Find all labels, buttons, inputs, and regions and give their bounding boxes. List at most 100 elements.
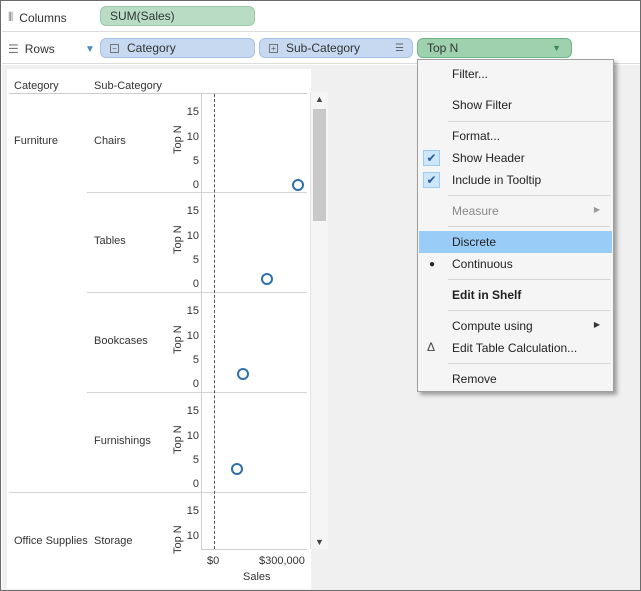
top-n-pill[interactable]: Top N ▼ <box>417 38 572 58</box>
check-icon: ✔ <box>423 172 440 188</box>
menu-item-filter[interactable]: Filter... <box>419 63 612 85</box>
pane-divider <box>87 192 307 193</box>
menu-item-label: Edit Table Calculation... <box>452 341 578 355</box>
menu-item-format[interactable]: Format... <box>419 125 612 147</box>
menu-item-continuous[interactable]: ● Continuous <box>419 253 612 275</box>
y-axis-title[interactable]: Top N <box>172 425 184 454</box>
rows-dropdown-icon[interactable]: ▼ <box>85 44 95 55</box>
category-header[interactable]: Category <box>14 80 59 92</box>
chevron-down-icon[interactable]: ▼ <box>552 43 561 53</box>
sub-category-pill-label: Sub-Category <box>286 41 361 55</box>
header-divider <box>9 93 307 94</box>
rows-icon: ☰ <box>8 42 19 56</box>
y-tick-label: 0 <box>192 378 199 390</box>
pane-divider <box>9 492 307 493</box>
tableau-window: ⦀ Columns SUM(Sales) ☰ Rows ▼ − Category… <box>0 0 641 591</box>
top-n-pill-label: Top N <box>427 41 459 55</box>
menu-item-edit-in-shelf[interactable]: Edit in Shelf <box>419 284 612 306</box>
pane-divider <box>87 392 307 393</box>
rows-label-text: Rows <box>24 42 55 56</box>
sum-sales-pill[interactable]: SUM(Sales) <box>100 6 255 26</box>
scroll-down-icon[interactable]: ▼ <box>315 537 324 547</box>
menu-separator <box>448 279 610 280</box>
menu-item-label: Compute using <box>452 319 533 333</box>
y-tick-label: 5 <box>192 453 199 466</box>
x-axis-title[interactable]: Sales <box>243 571 271 583</box>
y-tick-label: 0 <box>192 478 199 490</box>
menu-item-remove[interactable]: Remove <box>419 368 612 390</box>
menu-separator <box>448 363 610 364</box>
menu-separator <box>448 226 610 227</box>
sub-category-label-furnishings[interactable]: Furnishings <box>94 435 151 447</box>
category-pill[interactable]: − Category <box>100 38 255 58</box>
submenu-arrow-icon: ▶ <box>593 320 600 329</box>
collapse-icon[interactable]: − <box>110 43 119 53</box>
menu-item-show-filter[interactable]: Show Filter <box>419 94 612 116</box>
menu-item-edit-table-calculation[interactable]: Δ Edit Table Calculation... <box>419 337 612 359</box>
category-label-office-supplies[interactable]: Office Supplies <box>14 535 88 547</box>
x-tick-label: $0 <box>207 555 220 567</box>
menu-item-label: Show Header <box>452 151 525 165</box>
menu-item-label: Discrete <box>452 235 497 249</box>
y-tick-label: 5 <box>192 353 199 366</box>
pane-divider <box>87 292 307 293</box>
menu-item-label: Remove <box>452 372 497 386</box>
menu-item-label: Filter... <box>452 67 489 81</box>
sub-category-label-chairs[interactable]: Chairs <box>94 135 126 147</box>
category-pill-label: Category <box>127 41 176 55</box>
menu-item-show-header[interactable]: ✔ Show Header <box>419 147 612 169</box>
y-tick-label: 0 <box>192 179 199 191</box>
y-axis-title[interactable]: Top N <box>172 125 184 154</box>
menu-item-include-in-tooltip[interactable]: ✔ Include in Tooltip <box>419 169 612 191</box>
x-axis-line <box>201 549 307 550</box>
sub-category-label-storage[interactable]: Storage <box>94 535 133 547</box>
y-tick-label: 15 <box>186 505 199 518</box>
menu-item-label: Measure <box>452 204 499 218</box>
x-tick-label: $300,000 <box>259 555 305 567</box>
submenu-arrow-icon: ▶ <box>593 205 600 214</box>
rows-shelf-label: ☰ Rows <box>8 42 55 56</box>
sub-category-label-bookcases[interactable]: Bookcases <box>94 335 148 347</box>
y-tick-label: 0 <box>192 278 199 290</box>
view-area <box>7 69 311 589</box>
vertical-scrollbar[interactable]: ▲ ▼ <box>310 92 328 549</box>
columns-shelf[interactable]: ⦀ Columns <box>2 2 640 32</box>
y-tick-label: 5 <box>192 154 199 167</box>
radio-bullet-icon: ● <box>429 259 436 270</box>
y-tick-label: 15 <box>186 106 199 119</box>
y-tick-label: 15 <box>186 305 199 318</box>
y-axis-title[interactable]: Top N <box>172 525 184 554</box>
sort-icon: ☰ <box>395 43 404 54</box>
y-tick-label: 5 <box>192 253 199 266</box>
check-icon: ✔ <box>423 150 440 166</box>
y-axis-title[interactable]: Top N <box>172 325 184 354</box>
y-axis-title[interactable]: Top N <box>172 225 184 254</box>
menu-item-label: Continuous <box>452 257 513 271</box>
scrollbar-thumb[interactable] <box>313 109 326 221</box>
columns-label-text: Columns <box>19 10 67 25</box>
sub-category-pill[interactable]: + Sub-Category ☰ <box>259 38 413 58</box>
menu-separator <box>448 310 610 311</box>
menu-item-compute-using[interactable]: Compute using ▶ <box>419 315 612 337</box>
sub-category-label-tables[interactable]: Tables <box>94 235 126 247</box>
menu-item-label: Format... <box>452 129 501 143</box>
zero-reference-line <box>214 94 215 549</box>
axis-pane-border <box>201 94 202 549</box>
menu-item-label: Show Filter <box>452 98 513 112</box>
sub-category-header[interactable]: Sub-Category <box>94 80 162 92</box>
expand-icon[interactable]: + <box>269 43 278 53</box>
category-label-furniture[interactable]: Furniture <box>14 135 58 147</box>
menu-item-measure: Measure ▶ <box>419 200 612 222</box>
sum-sales-pill-label: SUM(Sales) <box>110 9 175 23</box>
columns-icon: ⦀ <box>8 10 14 24</box>
pill-context-menu: Filter... Show Filter Format... ✔ Show H… <box>417 59 614 392</box>
menu-item-label: Edit in Shelf <box>452 288 522 302</box>
y-tick-label: 15 <box>186 205 199 218</box>
data-point-tables[interactable] <box>260 273 273 286</box>
menu-separator <box>448 195 610 196</box>
scroll-up-icon[interactable]: ▲ <box>315 94 324 104</box>
delta-icon: Δ <box>427 340 436 354</box>
menu-item-discrete[interactable]: Discrete <box>419 231 612 253</box>
y-tick-label: 15 <box>186 405 199 418</box>
columns-shelf-label: ⦀ Columns <box>8 10 67 25</box>
